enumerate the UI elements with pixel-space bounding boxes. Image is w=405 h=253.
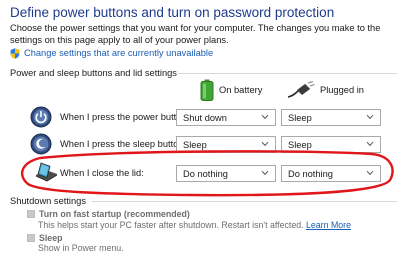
- sleep-button-plugged-select[interactable]: Sleep: [281, 136, 381, 153]
- buttons-group-label: Power and sleep buttons and lid settings: [10, 68, 177, 78]
- change-settings-link[interactable]: Change settings that are currently unava…: [10, 47, 213, 59]
- sleep-button-plugged-value: Sleep: [288, 139, 312, 150]
- fast-startup-description: This helps start your PC faster after sh…: [38, 220, 351, 230]
- shutdown-group-label: Shutdown settings: [10, 196, 86, 206]
- power-button-row: [30, 106, 52, 128]
- col-head-battery-label: On battery: [219, 85, 263, 95]
- laptop-lid-icon: [36, 162, 57, 182]
- shutdown-group-divider: [92, 201, 397, 202]
- sleep-button-row: [30, 133, 52, 155]
- lid-plugged-select[interactable]: Do nothing: [281, 165, 381, 182]
- sleep-option-label: Sleep: [39, 233, 63, 243]
- chevron-down-icon: [261, 170, 269, 176]
- learn-more-link[interactable]: Learn More: [306, 220, 351, 230]
- uac-shield-icon: [10, 47, 20, 59]
- lid-label: When I close the lid:: [60, 168, 144, 178]
- lid-plugged-value: Do nothing: [288, 168, 333, 179]
- sleep-option-description: Show in Power menu.: [38, 243, 124, 253]
- battery-icon: [200, 79, 214, 101]
- chevron-down-icon: [366, 170, 374, 176]
- sleep-button-label: When I press the sleep button:: [60, 139, 187, 149]
- chevron-down-icon: [366, 114, 374, 120]
- col-head-battery: On battery: [200, 78, 262, 102]
- lid-battery-select[interactable]: Do nothing: [176, 165, 276, 182]
- page-description: Choose the power settings that you want …: [10, 23, 381, 45]
- power-plug-icon: [287, 81, 315, 98]
- col-head-plugged-label: Plugged in: [320, 85, 364, 95]
- buttons-group-divider: [178, 73, 397, 74]
- chevron-down-icon: [366, 141, 374, 147]
- lid-battery-value: Do nothing: [183, 168, 228, 179]
- fast-startup-desc-text: This helps start your PC faster after sh…: [38, 220, 304, 230]
- power-button-battery-value: Shut down: [183, 112, 227, 123]
- sleep-option-checkbox[interactable]: [27, 234, 35, 242]
- sleep-button-battery-value: Sleep: [183, 139, 207, 150]
- power-button-battery-select[interactable]: Shut down: [176, 109, 276, 126]
- fast-startup-checkbox[interactable]: [27, 210, 35, 218]
- chevron-down-icon: [261, 141, 269, 147]
- page-title: Define power buttons and turn on passwor…: [10, 5, 335, 20]
- sleep-button-icon: [30, 133, 52, 155]
- fast-startup-row: Turn on fast startup (recommended): [27, 209, 190, 219]
- fast-startup-label: Turn on fast startup (recommended): [39, 209, 190, 219]
- power-button-plugged-value: Sleep: [288, 112, 312, 123]
- sleep-button-battery-select[interactable]: Sleep: [176, 136, 276, 153]
- power-button-plugged-select[interactable]: Sleep: [281, 109, 381, 126]
- chevron-down-icon: [261, 114, 269, 120]
- sleep-option-row: Sleep: [27, 233, 62, 243]
- col-head-plugged: Plugged in: [287, 78, 364, 102]
- change-settings-link-label: Change settings that are currently unava…: [24, 48, 214, 58]
- power-button-label: When I press the power button:: [60, 112, 190, 122]
- power-button-icon: [30, 106, 52, 128]
- lid-row: [34, 160, 58, 182]
